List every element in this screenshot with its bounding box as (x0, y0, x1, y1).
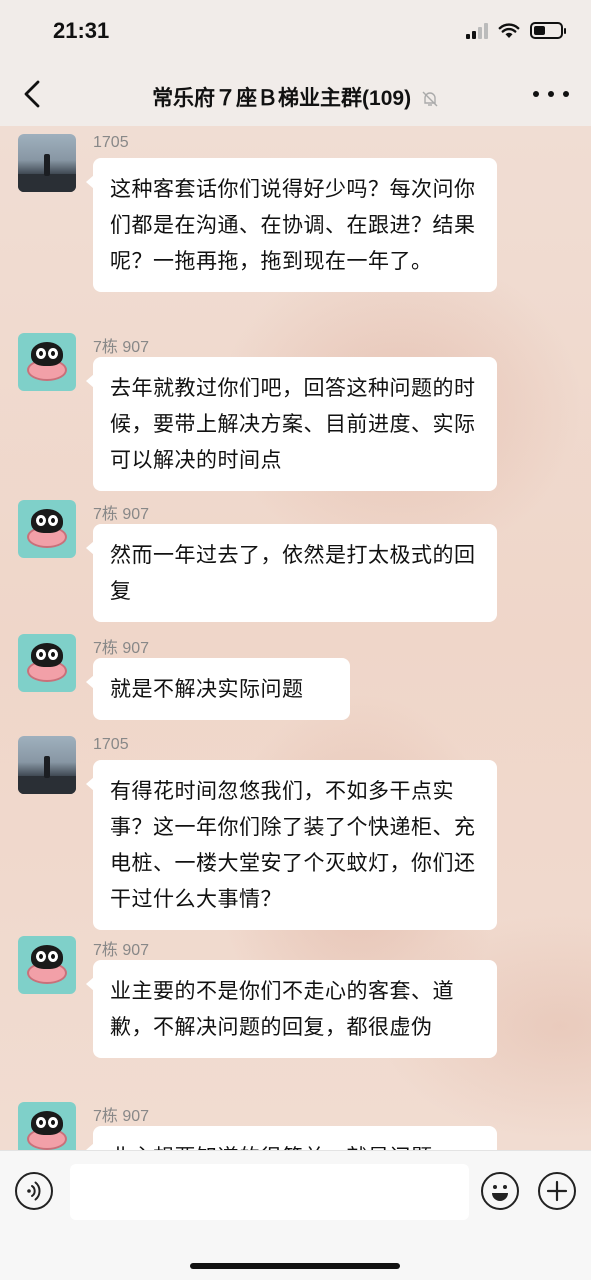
voice-icon (27, 1181, 41, 1201)
avatar[interactable] (18, 634, 76, 692)
message-bubble[interactable]: 业主要的不是你们不走心的客套、道歉，不解决问题的回复，都很虚伪 (86, 960, 497, 1058)
voice-input-button[interactable] (15, 1172, 53, 1210)
sender-name: 7栋 907 (93, 942, 150, 959)
message-bubble[interactable]: 就是不解决实际问题 (86, 658, 350, 720)
sender-name: 1705 (93, 736, 129, 753)
avatar[interactable] (18, 333, 76, 391)
status-bar: 21:31 (0, 0, 591, 64)
plus-icon (546, 1180, 568, 1202)
avatar[interactable] (18, 134, 76, 192)
sender-name: 7栋 907 (93, 640, 150, 657)
chat-title: 常乐府７座Ｂ梯业主群(109) (0, 82, 591, 112)
chat-messages: 1705 这种客套话你们说得好少吗？每次问你们都是在沟通、在协调、在跟进？结果呢… (0, 126, 591, 1150)
avatar[interactable] (18, 500, 76, 558)
more-options-button[interactable] (533, 82, 569, 106)
avatar[interactable] (18, 1102, 76, 1150)
message-bubble[interactable]: 去年就教过你们吧，回答这种问题的时候，要带上解决方案、目前进度、实际可以解决的时… (86, 357, 497, 491)
message-bubble[interactable]: 然而一年过去了，依然是打太极式的回复 (86, 524, 497, 622)
wifi-icon (498, 23, 520, 38)
status-time: 21:31 (53, 18, 110, 43)
sender-name: 1705 (93, 134, 129, 151)
sender-name: 7栋 907 (93, 339, 150, 356)
message-input[interactable] (70, 1164, 469, 1220)
message-bubble[interactable]: 有得花时间忽悠我们，不如多干点实事？这一年你们除了装了个快递柜、充电桩、一楼大堂… (86, 760, 497, 930)
mute-bell-icon (422, 91, 438, 107)
emoji-button[interactable] (481, 1172, 519, 1210)
signal-icon (466, 22, 488, 39)
input-bar (0, 1150, 591, 1280)
group-name: 常乐府７座Ｂ梯业主群(109) (152, 87, 412, 110)
smiley-icon (492, 1185, 508, 1201)
sender-name: 7栋 907 (93, 1108, 150, 1125)
avatar[interactable] (18, 936, 76, 994)
avatar[interactable] (18, 736, 76, 794)
message-bubble[interactable]: 这种客套话你们说得好少吗？每次问你们都是在沟通、在协调、在跟进？结果呢？一拖再拖… (86, 158, 497, 292)
sender-name: 7栋 907 (93, 506, 150, 523)
more-functions-button[interactable] (538, 1172, 576, 1210)
message-bubble[interactable]: 业主想要知道的很简单，就是问题 (86, 1126, 497, 1150)
home-indicator (190, 1263, 400, 1269)
chat-header: 常乐府７座Ｂ梯业主群(109) (0, 64, 591, 126)
battery-icon (530, 22, 566, 39)
status-icons (466, 22, 566, 39)
